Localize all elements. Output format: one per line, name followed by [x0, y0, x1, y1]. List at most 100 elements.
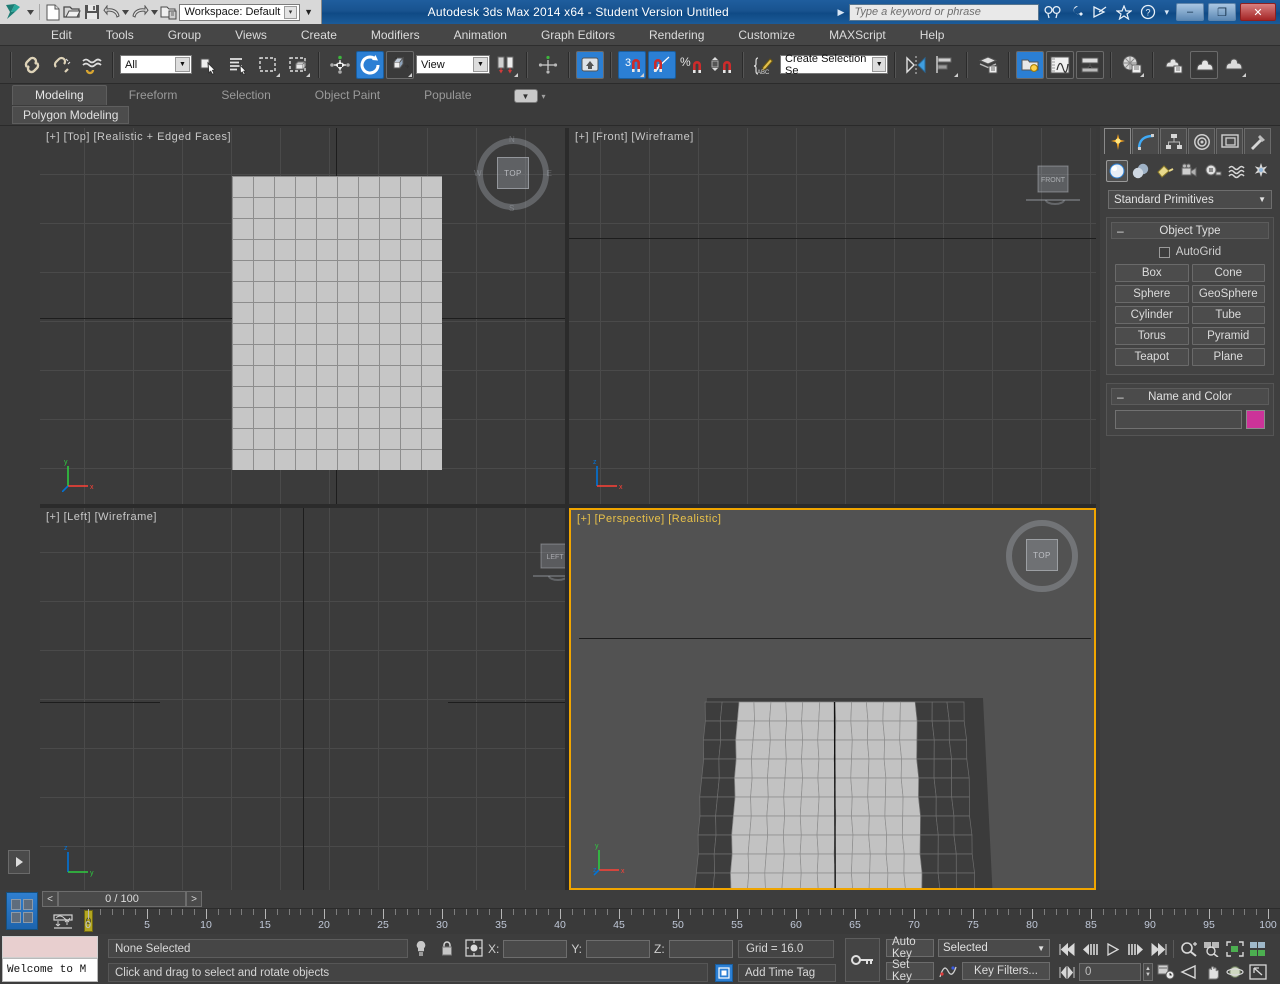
zoom-button[interactable] — [1178, 939, 1199, 959]
absolute-relative-toggle-icon[interactable] — [465, 939, 483, 960]
chevron-down-icon[interactable]: ▼ — [1037, 944, 1045, 953]
percent-snap-toggle-icon[interactable]: % — [678, 51, 706, 79]
key-step-button[interactable] — [1056, 962, 1077, 982]
set-key-button[interactable]: Set Key — [886, 962, 934, 980]
y-field[interactable] — [586, 940, 650, 958]
chevron-down-icon[interactable]: ▾ — [284, 6, 297, 19]
select-object-icon[interactable] — [194, 51, 222, 79]
set-project-folder-icon[interactable] — [159, 2, 179, 22]
viewcube-face[interactable]: TOP — [497, 157, 529, 189]
previous-frame-button[interactable] — [1079, 939, 1100, 959]
set-key-filters-curve-icon[interactable] — [938, 962, 958, 980]
object-type-header[interactable]: – Object Type — [1111, 222, 1269, 239]
help-icon[interactable]: ? — [1137, 2, 1159, 22]
pyramid-button[interactable]: Pyramid — [1192, 327, 1266, 345]
plane-button[interactable]: Plane — [1192, 348, 1266, 366]
x-field[interactable] — [503, 940, 567, 958]
select-and-link-icon[interactable] — [18, 51, 46, 79]
current-frame-display[interactable]: 0 / 100 — [58, 891, 186, 907]
menu-item-rendering[interactable]: Rendering — [632, 24, 721, 46]
status-hint-icon[interactable] — [413, 939, 429, 962]
go-to-end-button[interactable] — [1148, 939, 1169, 959]
ribbon-options-icon[interactable]: ▾ — [542, 92, 546, 101]
ribbon-minimize-icon[interactable]: ▼ — [514, 89, 538, 103]
systems-category[interactable] — [1250, 160, 1272, 182]
plane-object-top-view[interactable] — [232, 176, 442, 470]
edit-named-selection-sets-icon[interactable]: ABC — [750, 51, 778, 79]
activeshade-icon[interactable] — [1220, 51, 1248, 79]
torus-button[interactable]: Torus — [1115, 327, 1189, 345]
render-production-icon[interactable] — [1160, 51, 1188, 79]
cone-button[interactable]: Cone — [1192, 264, 1266, 282]
menu-item-create[interactable]: Create — [284, 24, 354, 46]
viewport-left[interactable]: [+] [Left] [Wireframe] LEFT zy — [40, 508, 565, 890]
viewport-layout-tabs-button[interactable] — [6, 892, 38, 930]
time-tag-icon[interactable] — [715, 964, 733, 982]
ribbon-tab-modeling[interactable]: Modeling — [12, 85, 107, 105]
geosphere-button[interactable]: GeoSphere — [1192, 285, 1266, 303]
redo-icon[interactable] — [130, 2, 150, 22]
zoom-extents-all-button[interactable] — [1247, 939, 1268, 959]
name-and-color-header[interactable]: – Name and Color — [1111, 388, 1269, 405]
add-time-tag-button[interactable]: Add Time Tag — [738, 964, 836, 982]
viewport-label-perspective[interactable]: [+] [Perspective] [Realistic] — [577, 513, 721, 525]
ribbon-tab-freeform[interactable]: Freeform — [107, 86, 200, 105]
search-icon[interactable] — [1041, 2, 1063, 22]
create-tab[interactable] — [1104, 128, 1131, 154]
field-of-view-button[interactable] — [1178, 962, 1199, 982]
wrench-icon[interactable] — [1065, 2, 1087, 22]
shapes-category[interactable] — [1130, 160, 1152, 182]
ribbon-panel-polygon-modeling[interactable]: Polygon Modeling — [12, 106, 129, 124]
go-to-start-button[interactable] — [1056, 939, 1077, 959]
timeline-ruler[interactable]: 0 05101520253035404550556065707580859095… — [80, 908, 1280, 934]
collapse-icon[interactable]: – — [1117, 389, 1124, 405]
close-button[interactable]: ✕ — [1240, 3, 1276, 21]
motion-tab[interactable] — [1188, 128, 1215, 154]
autogrid-checkbox[interactable] — [1159, 247, 1170, 258]
viewport-top[interactable]: [+] [Top] [Realistic + Edged Faces] TOP … — [40, 128, 565, 504]
satellite-icon[interactable] — [1089, 2, 1111, 22]
menu-item-group[interactable]: Group — [151, 24, 218, 46]
quick-access-overflow-icon[interactable]: ▼ — [300, 7, 317, 17]
render-setup-icon[interactable] — [1016, 51, 1044, 79]
viewport-label-left[interactable]: [+] [Left] [Wireframe] — [46, 511, 157, 523]
viewcube-top[interactable]: TOP N S W E — [475, 136, 551, 212]
utilities-tab[interactable] — [1244, 128, 1271, 154]
window-crossing-icon[interactable] — [284, 51, 312, 79]
snaps-toggle-icon[interactable]: 3 — [618, 51, 646, 79]
tube-button[interactable]: Tube — [1192, 306, 1266, 324]
bind-to-space-warp-icon[interactable] — [78, 51, 106, 79]
redo-dropdown-icon[interactable] — [150, 2, 159, 22]
search-input[interactable]: Type a keyword or phrase — [849, 4, 1039, 21]
workspace-selector[interactable]: Workspace: Default ▾ — [179, 4, 301, 21]
hierarchy-tab[interactable] — [1160, 128, 1187, 154]
curve-editor-icon[interactable] — [1046, 51, 1074, 79]
schematic-view-icon[interactable] — [1076, 51, 1104, 79]
lock-selection-icon[interactable] — [440, 940, 454, 960]
play-animation-button[interactable] — [1102, 939, 1123, 959]
angle-snap-toggle-icon[interactable] — [648, 51, 676, 79]
open-file-icon[interactable] — [62, 2, 82, 22]
favorites-star-icon[interactable] — [1113, 2, 1135, 22]
sphere-button[interactable]: Sphere — [1115, 285, 1189, 303]
select-by-name-icon[interactable] — [224, 51, 252, 79]
menu-item-animation[interactable]: Animation — [437, 24, 524, 46]
open-mini-curve-editor-button[interactable] — [48, 910, 78, 932]
modify-tab[interactable] — [1132, 128, 1159, 154]
maxscript-mini-listener-prompt[interactable] — [2, 936, 98, 958]
material-editor-icon[interactable] — [1118, 51, 1146, 79]
viewcube-face[interactable]: TOP — [1026, 539, 1058, 571]
minimize-button[interactable]: – — [1176, 3, 1204, 21]
undo-dropdown-icon[interactable] — [121, 2, 130, 22]
viewcube-front[interactable]: FRONT — [1026, 162, 1086, 212]
search-expand-icon[interactable]: ▶ — [835, 7, 848, 18]
cylinder-button[interactable]: Cylinder — [1115, 306, 1189, 324]
primitive-type-dropdown[interactable]: Standard Primitives ▼ — [1108, 190, 1272, 209]
menu-item-graph-editors[interactable]: Graph Editors — [524, 24, 632, 46]
unlink-selection-icon[interactable] — [48, 51, 76, 79]
viewport-perspective[interactable]: [+] [Perspective] [Realistic] TOP yxz — [569, 508, 1096, 890]
select-and-scale-icon[interactable] — [386, 51, 414, 79]
help-dropdown-icon[interactable]: ▾ — [1161, 7, 1172, 18]
expand-panel-button[interactable] — [8, 850, 30, 874]
menu-item-tools[interactable]: Tools — [89, 24, 151, 46]
